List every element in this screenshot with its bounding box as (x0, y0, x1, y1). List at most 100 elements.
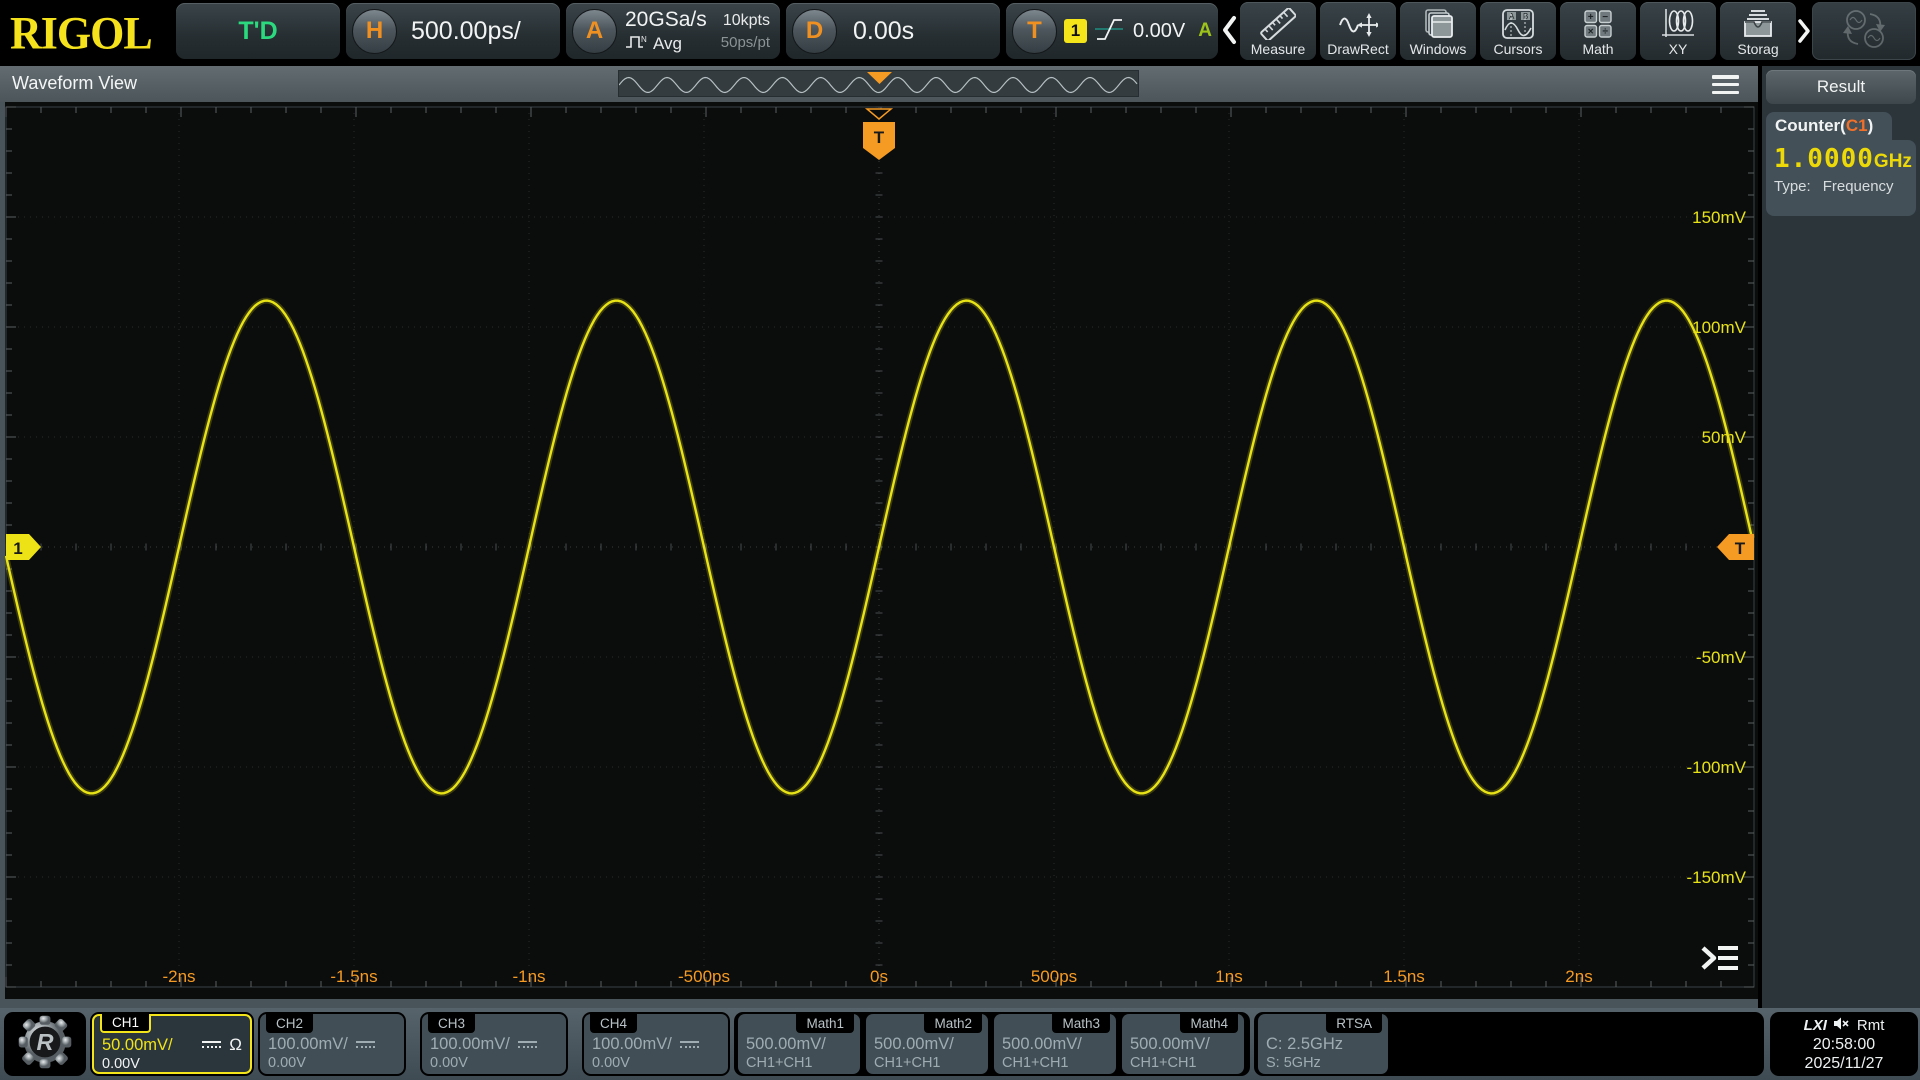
math4-scale: 500.00mV/ (1130, 1035, 1210, 1053)
dc-coupling-icon (679, 1040, 699, 1050)
grid-menu-expand-icon[interactable] (1697, 940, 1743, 976)
record-preview-strip[interactable] (618, 70, 1139, 97)
menu-button-math[interactable]: + − × ÷ Math (1560, 2, 1636, 60)
math2-tab: Math2 (924, 1014, 982, 1033)
channel-card-ch1-block: CH1 50.00mV/ Ω 0.00V (90, 1012, 254, 1076)
menu-button-measure[interactable]: Measure (1240, 2, 1316, 60)
preview-trigger-position-icon[interactable] (867, 72, 892, 84)
svg-text:×: × (1588, 27, 1594, 38)
menu-button-cursors[interactable]: A B Cursors (1480, 2, 1556, 60)
trigger-sweep-mode: A (1198, 20, 1212, 41)
waveform-grid: 150mV100mV50mV-50mV-100mV-150mV-2ns -1.5n… (3, 106, 1755, 988)
hamburger-menu-icon[interactable] (1712, 75, 1739, 94)
screen-edge-left (0, 102, 5, 1008)
math3-expr: CH1+CH1 (1002, 1055, 1069, 1071)
ch2-offset: 0.00V (268, 1055, 306, 1071)
channel-card-ch3-block: CH3 100.00mV/ 0.00V (420, 1012, 568, 1076)
math1-tab: Math1 (796, 1014, 854, 1033)
menu-button-xy[interactable]: XY (1640, 2, 1716, 60)
math4-card[interactable]: Math4 500.00mV/ CH1+CH1 (1122, 1014, 1244, 1074)
system-status-card[interactable]: LXI Rmt 20:58:00 2025/11/27 (1770, 1012, 1918, 1076)
x-axis-label: 1ns (1215, 967, 1242, 986)
math2-card[interactable]: Math2 500.00mV/ CH1+CH1 (866, 1014, 988, 1074)
toolbar-collapse-left-icon[interactable] (1221, 14, 1237, 46)
ch4-offset: 0.00V (592, 1055, 630, 1071)
speaker-muted-icon (1833, 1016, 1851, 1035)
menu-button-drawrect[interactable]: DrawRect (1320, 2, 1396, 60)
system-gear-button[interactable]: R (4, 1012, 86, 1076)
trigger-knob[interactable]: T (1012, 8, 1057, 54)
math3-card[interactable]: Math3 500.00mV/ CH1+CH1 (994, 1014, 1116, 1074)
y-axis-label: 100mV (1692, 318, 1747, 337)
trigger-position-outline-icon[interactable] (864, 108, 894, 120)
trigger-settings-button[interactable]: T 1 0.00V A (1006, 3, 1218, 59)
counter-result-card[interactable]: Counter(C1) 1.0000 GHz Type: Frequency (1766, 112, 1916, 218)
system-time: 20:58:00 (1812, 1035, 1876, 1053)
math-icon: + − × ÷ (1582, 7, 1614, 41)
channel1-level-marker[interactable] (6, 534, 41, 560)
rigol-gear-icon: R (16, 1013, 74, 1076)
ch3-tab: CH3 (428, 1014, 476, 1033)
math4-expr: CH1+CH1 (1130, 1055, 1197, 1071)
dc-coupling-icon (517, 1040, 537, 1050)
channel-card-ch4[interactable]: CH4 100.00mV/ 0.00V (584, 1014, 728, 1074)
ch2-tab: CH2 (266, 1014, 314, 1033)
y-axis-label: 150mV (1692, 208, 1747, 227)
result-panel-header[interactable]: Result (1766, 70, 1916, 104)
delay-settings-button[interactable]: D 0.00s (786, 3, 1000, 59)
trigger-source-badge[interactable]: 1 (1064, 19, 1087, 43)
waveform-display-area: 150mV 100mV 50mV -50mV -100mV -150mV -2ns -1.5n… (0, 102, 1758, 1008)
acquisition-settings-button[interactable]: A 20GSa/s N Avg 10kpts 50ps/pt (566, 3, 780, 59)
trigger-status-button[interactable]: T'D (176, 3, 340, 59)
menu-label: DrawRect (1327, 41, 1389, 57)
svg-text:B: B (1523, 12, 1528, 21)
screen-edge-bottom (0, 999, 1758, 1008)
math1-card[interactable]: Math1 500.00mV/ CH1+CH1 (738, 1014, 860, 1074)
x-axis-label: 2ns (1565, 967, 1592, 986)
acq-mode-value: Avg (653, 34, 682, 53)
top-toolbar: RIGOL T'D H 500.00ps/ A 20GSa/s N Avg 10… (0, 0, 1920, 62)
math4-tab: Math4 (1180, 1014, 1238, 1033)
windows-icon (1421, 7, 1455, 41)
trigger-level-label: T (1735, 539, 1746, 558)
toolbar-expand-right-icon[interactable] (1797, 18, 1813, 50)
math1-scale: 500.00mV/ (746, 1035, 826, 1053)
bottom-status-bar: R CH1 50.00mV/ Ω 0.00V CH2 100.00mV/ 0.0… (0, 1008, 1920, 1080)
ch4-scale: 100.00mV/ (592, 1035, 672, 1053)
draw-rect-icon (1338, 7, 1378, 41)
waveform-view-titlebar: Waveform View (0, 66, 1758, 102)
x-axis-label: -1.5ns (330, 967, 377, 986)
channel-card-ch3[interactable]: CH3 100.00mV/ 0.00V (422, 1014, 566, 1074)
channel-card-ch1[interactable]: CH1 50.00mV/ Ω 0.00V (92, 1014, 252, 1074)
menu-button-storage[interactable]: Storag (1720, 2, 1796, 60)
delay-knob[interactable]: D (792, 8, 837, 54)
result-panel: Result Counter(C1) 1.0000 GHz Type: Freq… (1762, 66, 1920, 1008)
channel-card-ch2-block: CH2 100.00mV/ 0.00V (258, 1012, 406, 1076)
horizontal-knob[interactable]: H (352, 8, 397, 54)
trigger-position-label: T (874, 128, 885, 147)
y-axis-label: -50mV (1696, 648, 1747, 667)
dc-coupling-icon (355, 1040, 375, 1050)
rtsa-tab: RTSA (1326, 1014, 1382, 1033)
lxi-badge: LXI (1803, 1016, 1827, 1034)
channel-card-ch2[interactable]: CH2 100.00mV/ 0.00V (260, 1014, 404, 1074)
counter-result-title: Counter(C1) (1766, 112, 1892, 140)
xy-icon (1660, 7, 1696, 41)
timebase-value: 500.00ps/ (411, 16, 521, 45)
ch3-scale: 100.00mV/ (430, 1035, 510, 1053)
rigol-logo: RIGOL (10, 7, 153, 60)
x-axis-label: -500ps (678, 967, 730, 986)
system-date: 2025/11/27 (1804, 1054, 1884, 1072)
menu-label: Measure (1250, 41, 1306, 57)
oscilloscope-screen: RIGOL T'D H 500.00ps/ A 20GSa/s N Avg 10… (0, 0, 1920, 1080)
menu-button-windows[interactable]: Windows (1400, 2, 1476, 60)
acquisition-knob[interactable]: A (572, 8, 617, 54)
storage-icon (1740, 7, 1776, 41)
ch1-offset: 0.00V (102, 1056, 140, 1072)
counter-unit: GHz (1873, 151, 1912, 172)
svg-text:N: N (641, 35, 647, 44)
counter-type-value: Frequency (1822, 178, 1894, 195)
math1-expr: CH1+CH1 (746, 1055, 813, 1071)
rtsa-card[interactable]: RTSA C: 2.5GHz S: 5GHz (1258, 1014, 1388, 1074)
horizontal-settings-button[interactable]: H 500.00ps/ (346, 3, 560, 59)
